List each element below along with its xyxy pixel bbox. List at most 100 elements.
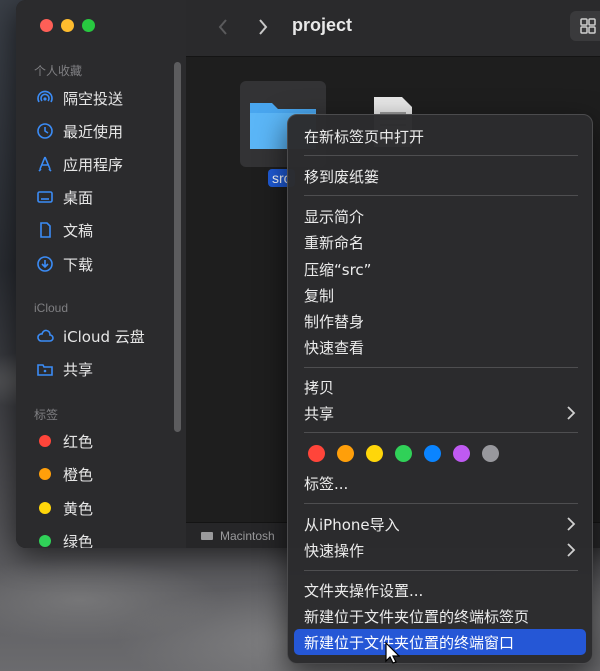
- sidebar-item-airdrop[interactable]: 隔空投送: [36, 87, 123, 109]
- cloud-icon: [37, 329, 54, 342]
- chevron-right-icon: [567, 543, 576, 557]
- forward-button[interactable]: [250, 14, 276, 40]
- menu-item-quick-actions[interactable]: 快速操作: [294, 537, 586, 563]
- back-button[interactable]: [210, 14, 236, 40]
- menu-separator: [304, 432, 578, 433]
- chevron-right-icon: [259, 19, 268, 35]
- menu-item-rename[interactable]: 重新命名: [294, 229, 586, 255]
- minimize-button[interactable]: [61, 19, 74, 32]
- sidebar-item-label: 红色: [63, 432, 94, 451]
- menu-item-label: 制作替身: [304, 312, 365, 331]
- menu-item-label: 标签...: [304, 474, 349, 493]
- window-controls: [40, 19, 95, 32]
- menu-item-tags[interactable]: 标签...: [294, 470, 586, 496]
- menu-item-label: 共享: [304, 404, 335, 423]
- sidebar-item-documents[interactable]: 文稿: [36, 219, 93, 241]
- menu-item-label: 复制: [304, 286, 335, 305]
- menu-separator: [304, 367, 578, 368]
- tags-section-title: 标签: [34, 408, 59, 422]
- tag-color-purple[interactable]: [453, 445, 470, 462]
- menu-item-make-alias[interactable]: 制作替身: [294, 308, 586, 334]
- menu-item-share[interactable]: 共享: [294, 400, 586, 426]
- sidebar-item-desktop[interactable]: 桌面: [36, 186, 93, 208]
- menu-item-get-info[interactable]: 显示简介: [294, 203, 586, 229]
- menu-item-label: 显示简介: [304, 207, 365, 226]
- sidebar-item-recents[interactable]: 最近使用: [36, 120, 123, 142]
- close-button[interactable]: [40, 19, 53, 32]
- sidebar-scrollbar[interactable]: [174, 62, 181, 432]
- path-bar-item[interactable]: Macintosh: [220, 529, 275, 543]
- menu-item-compress[interactable]: 压缩“src”: [294, 256, 586, 282]
- tag-color-green[interactable]: [395, 445, 412, 462]
- menu-item-label: 移到废纸篓: [304, 167, 380, 186]
- sidebar-item-shared[interactable]: 共享: [36, 358, 93, 380]
- sidebar-item-tag-red[interactable]: 红色: [36, 430, 93, 452]
- sidebar-item-downloads[interactable]: 下载: [36, 253, 93, 275]
- sidebar-item-label: 绿色: [63, 532, 94, 549]
- tag-color-yellow[interactable]: [366, 445, 383, 462]
- menu-item-label: 新建位于文件夹位置的终端标签页: [304, 607, 530, 626]
- chevron-right-icon: [567, 517, 576, 531]
- sidebar-item-label: 桌面: [63, 188, 94, 207]
- sidebar-item-label: 应用程序: [63, 155, 124, 174]
- sidebar-item-label: 黄色: [63, 499, 94, 518]
- menu-item-folder-actions-setup[interactable]: 文件夹操作设置...: [294, 577, 586, 603]
- chevron-left-icon: [218, 19, 227, 35]
- menu-item-import-from-iphone[interactable]: 从iPhone导入: [294, 511, 586, 537]
- menu-item-new-terminal-window[interactable]: 新建位于文件夹位置的终端窗口: [294, 629, 586, 655]
- yellow-tag-icon: [39, 502, 51, 514]
- menu-item-label: 从iPhone导入: [304, 515, 400, 534]
- orange-tag-icon: [39, 468, 51, 480]
- sidebar-item-label: 下载: [63, 255, 94, 274]
- menu-item-open-new-tab[interactable]: 在新标签页中打开: [294, 123, 586, 149]
- menu-item-label: 在新标签页中打开: [304, 127, 425, 146]
- disk-icon: [201, 532, 213, 540]
- menu-item-label: 拷贝: [304, 378, 335, 397]
- tag-color-blue[interactable]: [424, 445, 441, 462]
- desktop-icon: [37, 191, 53, 203]
- icloud-section-title: iCloud: [34, 301, 69, 315]
- sidebar-item-tag-orange[interactable]: 橙色: [36, 463, 93, 485]
- sidebar: 个人收藏 隔空投送 最近使用 应用程序 桌面 文稿 下载 iCloud iClo…: [16, 0, 187, 548]
- menu-item-label: 快速操作: [304, 541, 365, 560]
- menu-item-label: 新建位于文件夹位置的终端窗口: [304, 633, 515, 652]
- menu-separator: [304, 570, 578, 571]
- menu-item-new-terminal-tab[interactable]: 新建位于文件夹位置的终端标签页: [294, 603, 586, 629]
- tag-color-orange[interactable]: [337, 445, 354, 462]
- sidebar-item-tag-yellow[interactable]: 黄色: [36, 497, 93, 519]
- sidebar-item-label: 文稿: [63, 221, 94, 240]
- menu-item-label: 快速查看: [304, 338, 365, 357]
- sidebar-item-label: 共享: [63, 360, 94, 379]
- menu-item-quick-look[interactable]: 快速查看: [294, 334, 586, 360]
- sidebar-item-icloud-drive[interactable]: iCloud 云盘: [36, 325, 145, 347]
- window-title: project: [292, 15, 353, 35]
- menu-item-copy[interactable]: 拷贝: [294, 374, 586, 400]
- menu-item-move-to-trash[interactable]: 移到废纸篓: [294, 163, 586, 189]
- tag-color-picker: [308, 445, 499, 462]
- toolbar: project: [186, 0, 600, 57]
- menu-item-duplicate[interactable]: 复制: [294, 282, 586, 308]
- menu-item-label: 文件夹操作设置...: [304, 581, 424, 600]
- zoom-button[interactable]: [82, 19, 95, 32]
- menu-separator: [304, 155, 578, 156]
- tag-color-gray[interactable]: [482, 445, 499, 462]
- sidebar-item-applications[interactable]: 应用程序: [36, 153, 123, 175]
- menu-separator: [304, 503, 578, 504]
- mouse-pointer-icon: [385, 641, 400, 664]
- green-tag-icon: [39, 535, 51, 547]
- context-menu: 在新标签页中打开 移到废纸篓 显示简介 重新命名 压缩“src” 复制 制作替身…: [287, 114, 593, 664]
- applications-icon: [38, 156, 52, 172]
- favorites-section-title: 个人收藏: [34, 64, 83, 78]
- clock-icon: [37, 123, 53, 139]
- sidebar-item-label: 最近使用: [63, 122, 124, 141]
- red-tag-icon: [39, 435, 51, 447]
- sidebar-item-label: iCloud 云盘: [63, 327, 145, 346]
- grid-icon: [580, 18, 596, 34]
- tag-color-red[interactable]: [308, 445, 325, 462]
- menu-separator: [304, 195, 578, 196]
- menu-item-label: 重新命名: [304, 233, 365, 252]
- sidebar-item-tag-green[interactable]: 绿色: [36, 530, 93, 548]
- icon-view-button[interactable]: [570, 11, 600, 41]
- sidebar-item-label: 橙色: [63, 465, 94, 484]
- sidebar-item-label: 隔空投送: [63, 89, 124, 108]
